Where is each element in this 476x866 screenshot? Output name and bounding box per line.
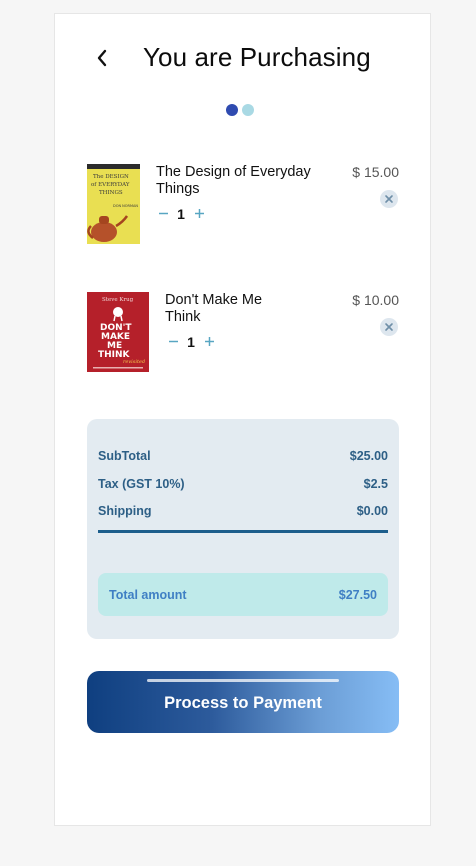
step-dot-active [226,104,238,116]
summary-divider [98,530,388,533]
process-payment-button[interactable]: Process to Payment [87,671,399,733]
decrement-button[interactable] [167,335,179,349]
cover-title-line1: The DESIGN [93,174,129,180]
subtotal-row: SubTotal $25.00 [98,449,388,463]
minus-icon [158,212,168,215]
page-title: You are Purchasing [143,42,371,72]
pay-button-label: Process to Payment [164,693,322,712]
item-price: $ 10.00 [352,292,399,308]
quantity-stepper: 1 [157,206,205,222]
close-icon [385,323,393,331]
quantity-value: 1 [187,334,195,350]
subtotal-value: $25.00 [349,449,388,463]
close-icon [385,195,393,203]
shipping-value: $0.00 [356,504,388,518]
tax-row: Tax (GST 10%) $2.5 [98,477,388,491]
item-price: $ 15.00 [352,164,399,180]
remove-item-button[interactable] [380,190,398,208]
plus-icon [194,209,204,218]
minus-icon [168,340,178,343]
quantity-stepper: 1 [167,334,215,350]
back-button[interactable] [91,45,113,71]
decrement-button[interactable] [157,207,169,221]
plus-icon [204,337,214,346]
book-cover-image: The DESIGN of EVERYDAY THINGS DON NORMAN [87,164,140,244]
step-indicator [226,104,254,116]
increment-button[interactable] [193,207,205,221]
button-highlight [147,679,339,682]
cart-item: The DESIGN of EVERYDAY THINGS DON NORMAN… [87,164,399,244]
remove-item-button[interactable] [380,318,398,336]
cover-author: DON NORMAN [113,204,138,208]
increment-button[interactable] [203,335,215,349]
tax-value: $2.5 [363,477,388,491]
checkout-card: You are Purchasing The DESIGN of EVERYDA… [54,13,431,826]
total-label: Total amount [109,587,187,602]
shipping-row: Shipping $0.00 [98,504,388,518]
cart-item: Steve Krug DON'T MAKE ME THINK revisited… [87,292,399,372]
book-cover-image: Steve Krug DON'T MAKE ME THINK revisited [87,292,149,372]
cover-title-line2: of EVERYDAY [91,182,130,188]
item-title: The Design of Everyday Things [156,164,311,197]
tax-label: Tax (GST 10%) [98,477,185,491]
total-value: $27.50 [338,587,377,602]
cover-author: Steve Krug [102,297,134,303]
cover-tag: revisited [123,359,145,365]
step-dot-inactive [242,104,254,116]
subtotal-label: SubTotal [98,449,151,463]
chevron-left-icon [97,49,107,67]
order-summary: SubTotal $25.00 Tax (GST 10%) $2.5 Shipp… [87,419,399,639]
cover-title-line3: THINGS [99,190,123,196]
header: You are Purchasing [55,42,430,76]
quantity-value: 1 [177,206,185,222]
total-amount-box: Total amount $27.50 [98,573,388,616]
shipping-label: Shipping [98,504,152,518]
item-title: Don't Make Me Think [165,292,263,325]
